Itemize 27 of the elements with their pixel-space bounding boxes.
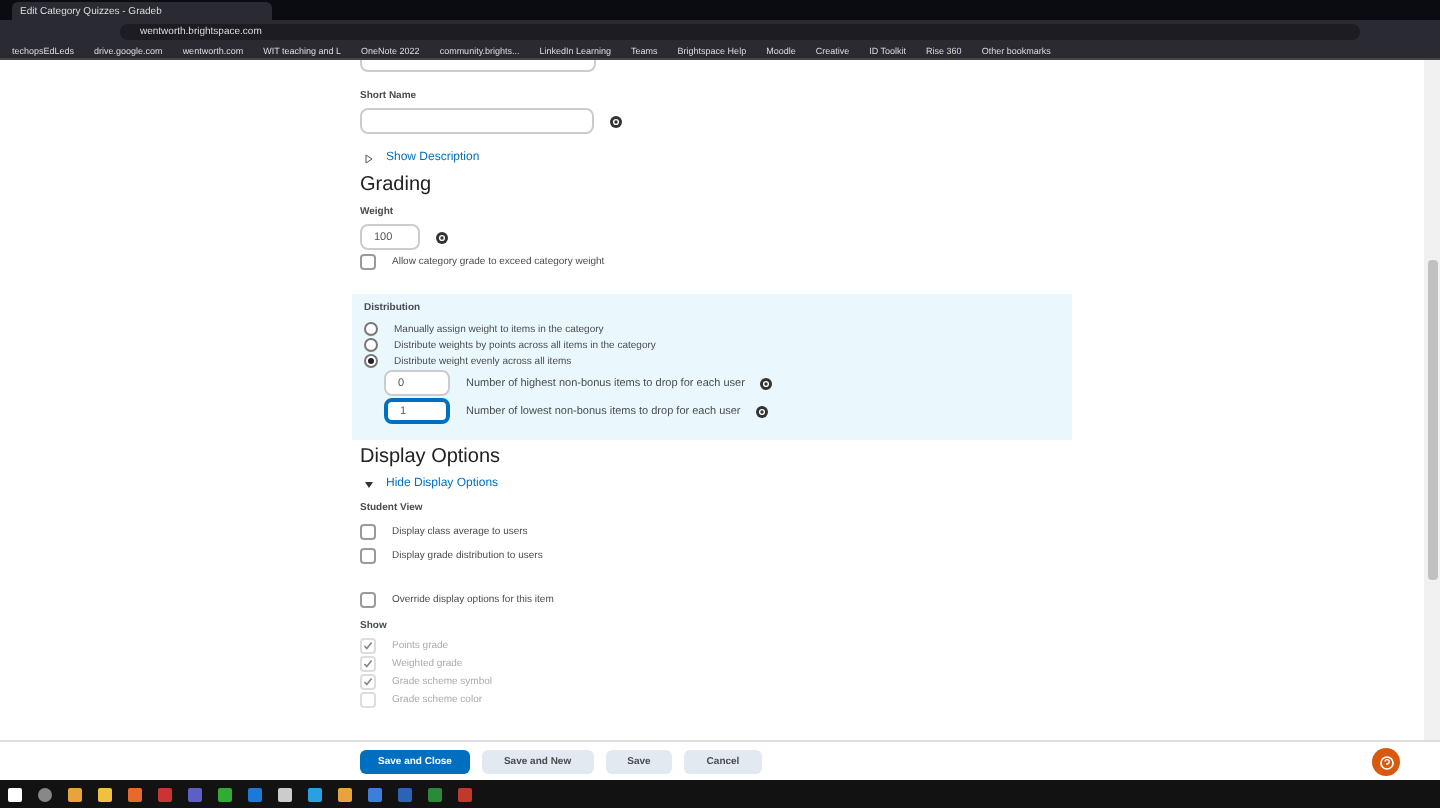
help-button[interactable] xyxy=(1372,748,1400,776)
section-heading: Grading xyxy=(360,174,434,196)
checkbox[interactable] xyxy=(360,548,376,564)
section-heading: Display Options xyxy=(360,446,503,468)
checkbox[interactable] xyxy=(360,592,376,608)
checkbox[interactable] xyxy=(360,254,376,270)
select-field[interactable] xyxy=(360,60,596,72)
scrollbar-thumb[interactable] xyxy=(1427,260,1437,580)
app-icon[interactable] xyxy=(218,787,232,801)
app-icon[interactable] xyxy=(98,787,112,801)
app-icon[interactable] xyxy=(338,787,352,801)
caret-icon xyxy=(364,153,374,163)
app-icon[interactable] xyxy=(278,787,292,801)
radio-button[interactable] xyxy=(364,354,378,368)
help-icon[interactable] xyxy=(610,115,622,127)
help-icon[interactable] xyxy=(760,377,773,389)
help-icon[interactable] xyxy=(436,231,448,243)
checkbox[interactable] xyxy=(360,524,376,540)
help-icon xyxy=(1379,755,1393,769)
caret-icon xyxy=(364,479,374,489)
help-icon[interactable] xyxy=(756,405,769,417)
app-icon[interactable] xyxy=(308,787,322,801)
app-icon[interactable] xyxy=(68,787,82,801)
radio-button[interactable] xyxy=(364,322,378,336)
short-name-input[interactable] xyxy=(360,108,594,134)
app-icon[interactable] xyxy=(128,787,142,801)
radio-button[interactable] xyxy=(364,338,378,352)
